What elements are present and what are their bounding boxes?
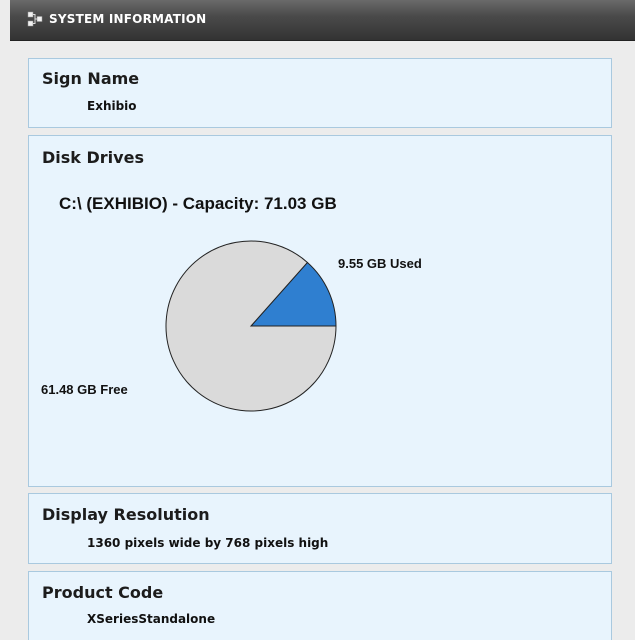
pie-label-used: 9.55 GB Used [338,256,422,271]
product-code-heading: Product Code [42,583,164,602]
system-info-icon [27,11,43,27]
product-code-value: XSeriesStandalone [87,612,216,626]
display-resolution-value: 1360 pixels wide by 768 pixels high [87,536,329,550]
display-resolution-heading: Display Resolution [42,505,210,524]
pie-label-free: 61.48 GB Free [41,382,128,397]
sign-name-panel: Sign Name Exhibio [28,58,612,128]
product-code-panel: Product Code XSeriesStandalone [28,571,612,640]
disk-drives-panel: Disk Drives C:\ (EXHIBIO) - Capacity: 71… [28,135,612,487]
sign-name-value: Exhibio [87,99,137,113]
title-bar: SYSTEM INFORMATION [10,0,635,41]
sign-name-heading: Sign Name [42,69,140,88]
system-information-window: SYSTEM INFORMATION Sign Name Exhibio Dis… [10,0,635,640]
display-resolution-panel: Display Resolution 1360 pixels wide by 7… [28,493,612,564]
disk-usage-pie-chart [165,240,337,412]
window-title: SYSTEM INFORMATION [49,12,207,26]
